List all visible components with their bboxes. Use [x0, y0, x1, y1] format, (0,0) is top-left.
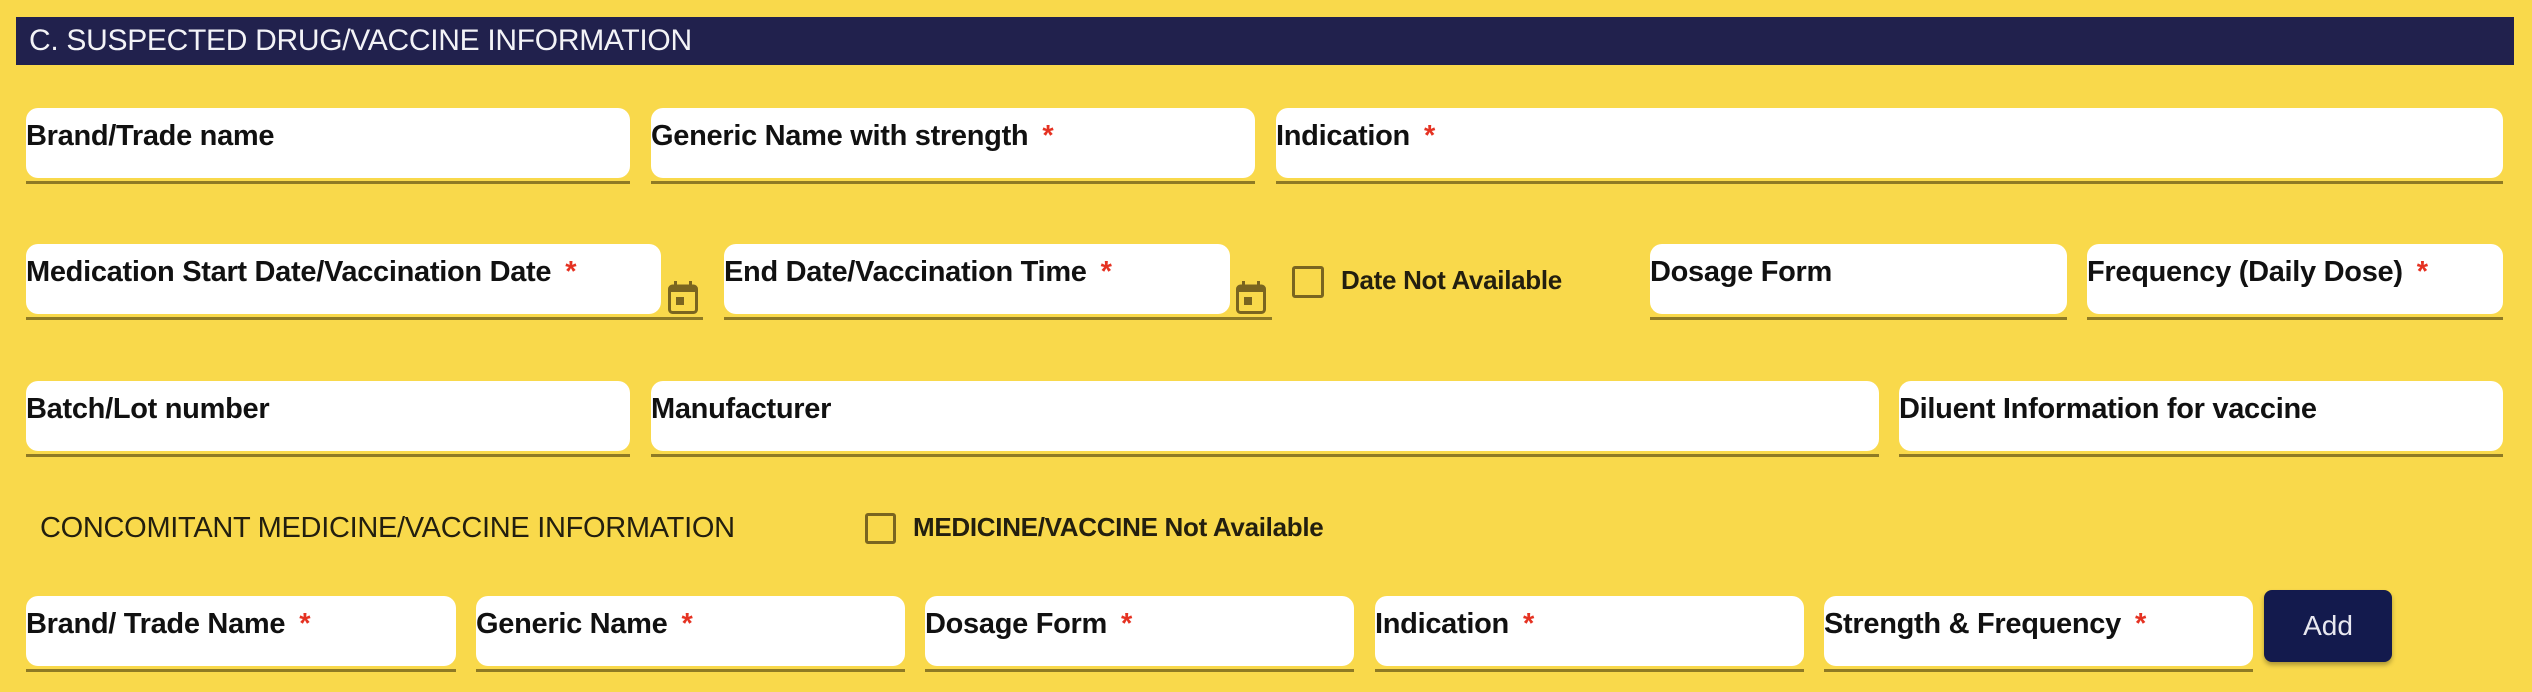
brand-trade-name-field[interactable]: Brand/Trade name	[26, 108, 630, 184]
concomitant-generic-label: Generic Name *	[476, 608, 693, 640]
concomitant-dosage-label: Dosage Form *	[925, 608, 1133, 640]
concomitant-strength-field[interactable]: Strength & Frequency *	[1824, 596, 2253, 672]
field-underline	[724, 317, 1272, 320]
field-underline	[1899, 454, 2503, 457]
manufacturer-label: Manufacturer	[651, 393, 832, 425]
generic-name-strength-field[interactable]: Generic Name with strength *	[651, 108, 1255, 184]
required-marker: *	[1423, 120, 1435, 152]
field-underline	[26, 317, 703, 320]
medicine-not-available-checkbox[interactable]	[865, 513, 896, 544]
required-marker: *	[299, 608, 311, 640]
end-date-label: End Date/Vaccination Time *	[724, 256, 1112, 288]
add-button[interactable]: Add	[2264, 590, 2392, 662]
brand-trade-name-label: Brand/Trade name	[26, 120, 275, 152]
required-marker: *	[1100, 256, 1112, 288]
required-marker: *	[1042, 120, 1054, 152]
indication-field[interactable]: Indication *	[1276, 108, 2503, 184]
field-underline	[26, 669, 456, 672]
generic-name-strength-label: Generic Name with strength *	[651, 120, 1054, 152]
batch-lot-field[interactable]: Batch/Lot number	[26, 381, 630, 457]
field-underline	[1824, 669, 2253, 672]
dosage-form-field[interactable]: Dosage Form	[1650, 244, 2067, 320]
field-underline	[1375, 669, 1804, 672]
diluent-label: Diluent Information for vaccine	[1899, 393, 2317, 425]
section-header: C. SUSPECTED DRUG/VACCINE INFORMATION	[16, 17, 2514, 65]
field-underline	[2087, 317, 2503, 320]
field-underline	[1276, 181, 2503, 184]
start-date-label: Medication Start Date/Vaccination Date *	[26, 256, 577, 288]
concomitant-strength-label: Strength & Frequency *	[1824, 608, 2146, 640]
frequency-field[interactable]: Frequency (Daily Dose) *	[2087, 244, 2503, 320]
calendar-icon[interactable]	[668, 281, 698, 314]
dosage-form-label: Dosage Form	[1650, 256, 1833, 288]
concomitant-indication-field[interactable]: Indication *	[1375, 596, 1804, 672]
field-underline	[651, 454, 1879, 457]
required-marker: *	[2416, 256, 2428, 288]
field-underline	[1650, 317, 2067, 320]
indication-input[interactable]	[1276, 108, 2503, 178]
field-underline	[26, 454, 630, 457]
field-underline	[925, 669, 1354, 672]
concomitant-indication-label: Indication *	[1375, 608, 1534, 640]
indication-label: Indication *	[1276, 120, 1435, 152]
required-marker: *	[1121, 608, 1133, 640]
batch-lot-label: Batch/Lot number	[26, 393, 270, 425]
concomitant-title: CONCOMITANT MEDICINE/VACCINE INFORMATION	[40, 512, 735, 544]
calendar-icon[interactable]	[1236, 281, 1266, 314]
end-date-field[interactable]: End Date/Vaccination Time *	[724, 244, 1272, 320]
medicine-not-available-label[interactable]: MEDICINE/VACCINE Not Available	[913, 512, 1324, 543]
required-marker: *	[681, 608, 693, 640]
concomitant-brand-label: Brand/ Trade Name *	[26, 608, 311, 640]
date-not-available-label[interactable]: Date Not Available	[1341, 265, 1562, 296]
required-marker: *	[565, 256, 577, 288]
field-underline	[651, 181, 1255, 184]
concomitant-generic-field[interactable]: Generic Name *	[476, 596, 905, 672]
diluent-field[interactable]: Diluent Information for vaccine	[1899, 381, 2503, 457]
concomitant-dosage-field[interactable]: Dosage Form *	[925, 596, 1354, 672]
start-date-field[interactable]: Medication Start Date/Vaccination Date *	[26, 244, 703, 320]
field-underline	[476, 669, 905, 672]
required-marker: *	[1522, 608, 1534, 640]
manufacturer-input[interactable]	[651, 381, 1879, 451]
frequency-label: Frequency (Daily Dose) *	[2087, 256, 2428, 288]
field-underline	[26, 181, 630, 184]
concomitant-brand-field[interactable]: Brand/ Trade Name *	[26, 596, 456, 672]
date-not-available-checkbox[interactable]	[1292, 266, 1324, 298]
manufacturer-field[interactable]: Manufacturer	[651, 381, 1879, 457]
required-marker: *	[2134, 608, 2146, 640]
section-title: C. SUSPECTED DRUG/VACCINE INFORMATION	[29, 24, 692, 57]
